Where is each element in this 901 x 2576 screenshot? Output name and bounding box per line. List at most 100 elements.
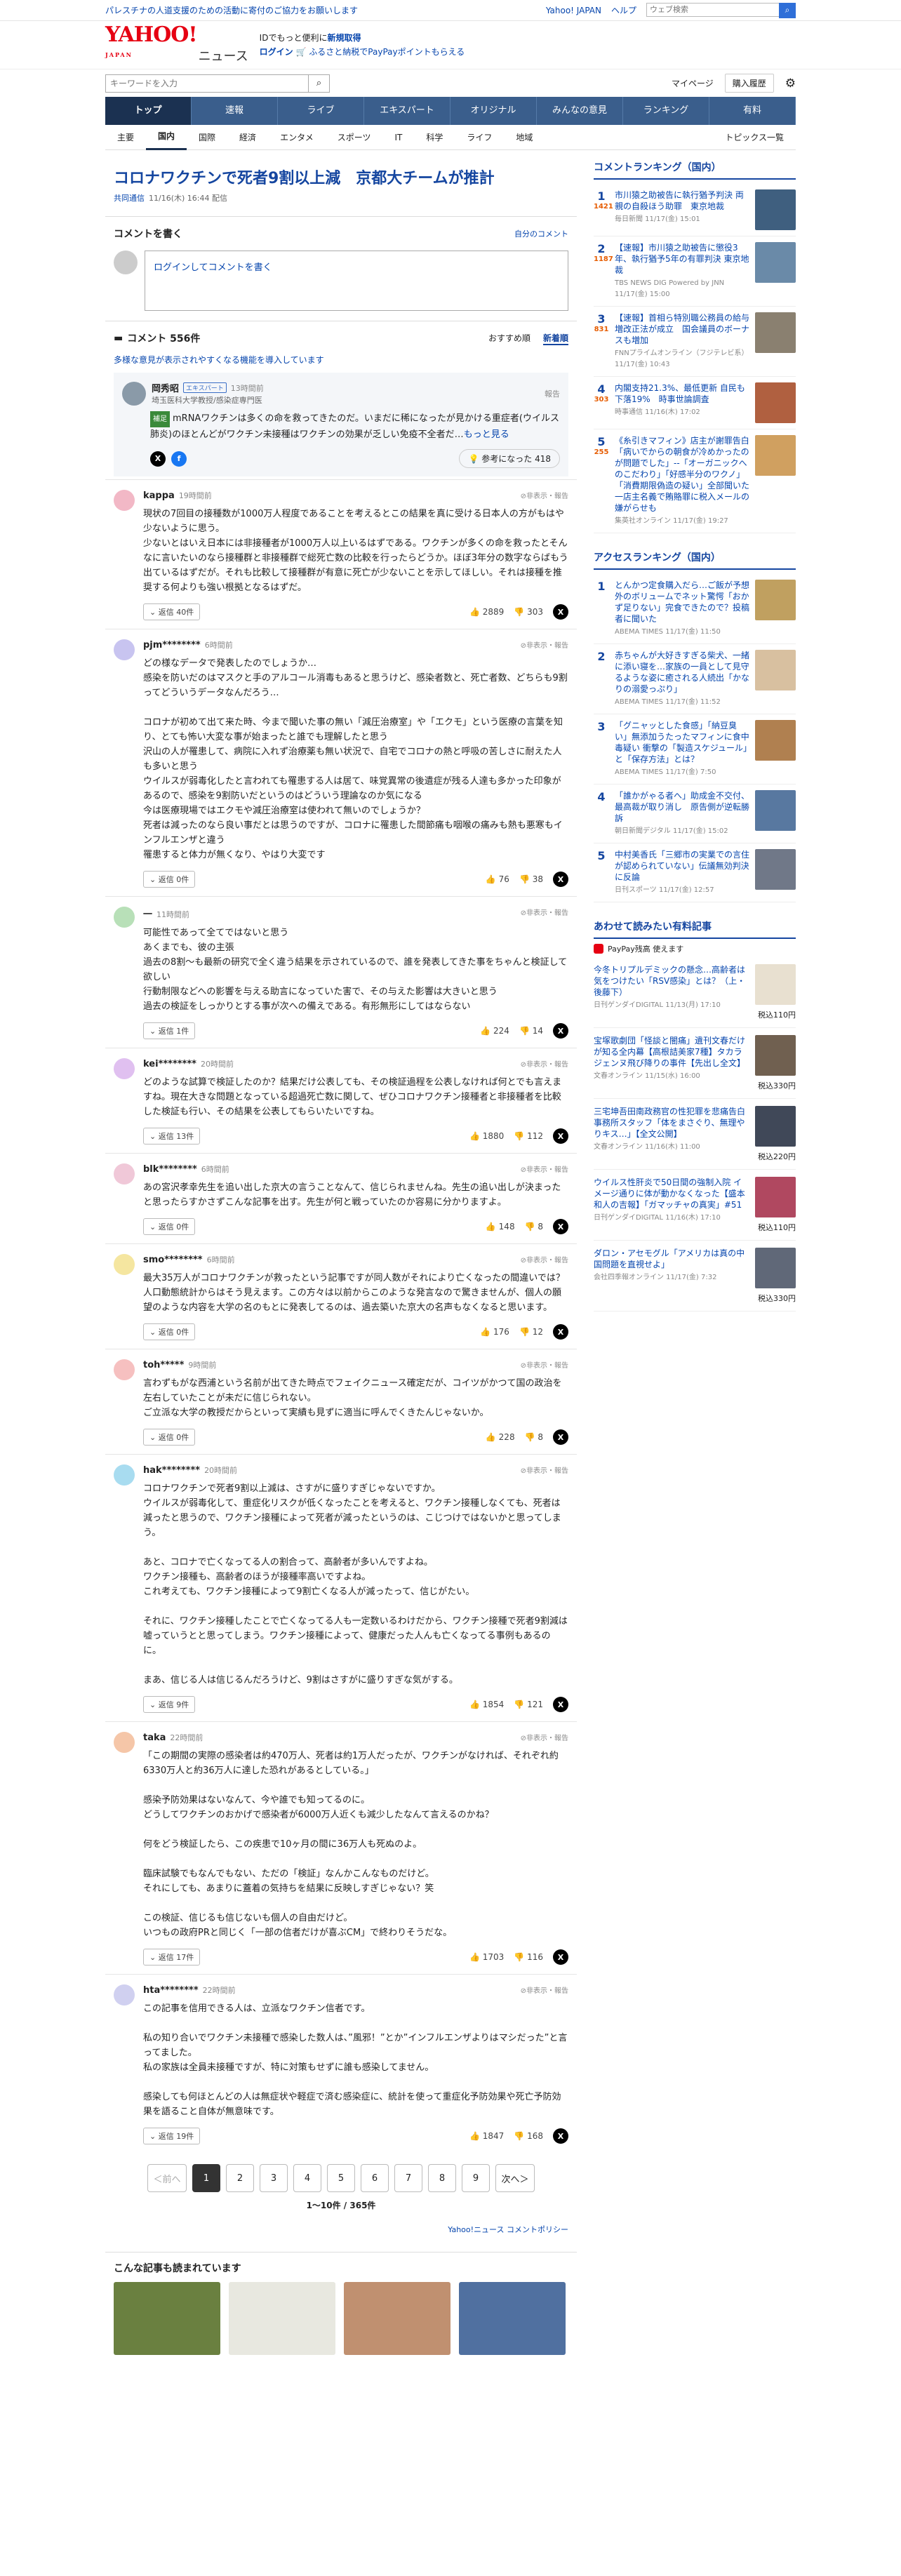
article-thumb[interactable] (344, 2282, 451, 2355)
furusato-link[interactable]: ふるさと納税でPayPayポイントもらえる (309, 47, 465, 57)
comment-user[interactable]: hta******** (143, 1985, 199, 1996)
dislike-button[interactable]: 👎 168 (514, 2131, 543, 2141)
avatar[interactable] (122, 381, 146, 406)
nav-tab-4[interactable]: オリジナル (451, 97, 537, 125)
reply-button[interactable]: ⌄ 返信 17件 (143, 1949, 201, 1966)
news-search-button[interactable]: ⌕ (309, 74, 330, 93)
paid-thumb[interactable] (755, 964, 796, 1005)
access-title[interactable]: 「グニャッとした食感」「納豆臭い」無添加うたったマフィンに食中毒疑い 衝撃の「製… (615, 721, 749, 764)
rank-thumb[interactable] (755, 382, 796, 423)
page-button[interactable]: 2 (226, 2164, 254, 2192)
article-thumb[interactable] (459, 2282, 566, 2355)
avatar[interactable] (114, 1464, 135, 1486)
avatar[interactable] (114, 907, 135, 928)
x-share-icon[interactable]: X (553, 1219, 568, 1234)
ranking-item[interactable]: 4 303 内閣支持21.3%、最低更新 自民も下落19% 時事世論調査 時事通信 … (594, 377, 796, 429)
hide-report-link[interactable]: ⊘非表示・報告 (521, 1163, 568, 1175)
comment-user[interactable]: pjm******** (143, 640, 201, 650)
access-title[interactable]: 「誰かがゃる者へ」助成金不交付、最高裁が取り消し 原告側が逆転勝訴 (615, 791, 749, 823)
paid-thumb[interactable] (755, 1035, 796, 1076)
access-thumb[interactable] (755, 849, 796, 890)
paid-item[interactable]: 宝塚歌劇団「怪談と闇痛」遺刊文春だけが知る全内幕【高根詰美家7種】タカラジェンヌ… (594, 1028, 796, 1099)
hide-report-link[interactable]: ⊘非表示・報告 (521, 907, 568, 920)
nav-tab-1[interactable]: 速報 (192, 97, 278, 125)
page-button[interactable]: 6 (361, 2164, 389, 2192)
paid-title[interactable]: 宝塚歌劇団「怪談と闇痛」遺刊文春だけが知る全内幕【高根詰美家7種】タカラジェンヌ… (594, 1036, 745, 1068)
nav-tab-3[interactable]: エキスパート (364, 97, 451, 125)
dislike-button[interactable]: 👎 8 (525, 1432, 543, 1442)
news-search-input[interactable] (105, 74, 309, 93)
article-thumb[interactable] (229, 2282, 335, 2355)
comment-input[interactable]: ログインしてコメントを書く (145, 251, 568, 311)
hide-report-link[interactable]: ⊘非表示・報告 (521, 1984, 568, 1996)
hide-report-link[interactable]: ⊘非表示・報告 (521, 1058, 568, 1069)
prev-page-button[interactable]: ＜前へ (147, 2164, 187, 2192)
reply-button[interactable]: ⌄ 返信 0件 (143, 1218, 196, 1235)
hide-report-link[interactable]: ⊘非表示・報告 (521, 1359, 568, 1370)
x-share-icon[interactable]: X (553, 604, 568, 620)
x-share-icon[interactable]: X (553, 1949, 568, 1965)
reply-button[interactable]: ⌄ 返信 13件 (143, 1128, 201, 1144)
yahoo-news-logo[interactable]: YAHOO! JAPAN ニュース (105, 25, 248, 65)
page-button[interactable]: 4 (293, 2164, 321, 2192)
sub-tab-7[interactable]: 科学 (414, 126, 455, 149)
access-thumb[interactable] (755, 650, 796, 690)
sub-tab-1[interactable]: 国内 (146, 124, 187, 150)
reply-button[interactable]: ⌄ 返信 9件 (143, 1696, 196, 1713)
rank-title[interactable]: 内閣支持21.3%、最低更新 自民も下落19% 時事世論調査 (615, 383, 745, 404)
dislike-button[interactable]: 👎 14 (519, 1026, 543, 1036)
dislike-button[interactable]: 👎 112 (514, 1131, 543, 1141)
page-button[interactable]: 7 (394, 2164, 422, 2192)
tab-recommended[interactable]: おすすめ順 (488, 332, 530, 345)
help-link[interactable]: ヘルプ (611, 4, 636, 16)
paid-title[interactable]: ダロン・アセモグル「アメリカは真の中国問題を直視せよ」 (594, 1248, 745, 1269)
reply-button[interactable]: ⌄ 返信 1件 (143, 1022, 196, 1039)
article-title[interactable]: コロナワクチンで死者9割以上減 京都大チームが推計 (114, 166, 568, 188)
x-share-icon[interactable]: X (553, 872, 568, 887)
register-link[interactable]: 新規取得 (327, 33, 361, 43)
nav-tab-5[interactable]: みんなの意見 (537, 97, 623, 125)
donation-notice-link[interactable]: パレスチナの人道支援のための活動に寄付のご協力をお願いします (105, 4, 358, 16)
comment-user[interactable]: smo******** (143, 1255, 203, 1265)
gear-icon[interactable]: ⚙ (785, 76, 796, 91)
ranking-item[interactable]: 5 255 《糸引きマフィン》店主が謝罪告白「病いでからの朝食が冷めかったのが問題… (594, 429, 796, 533)
facebook-share-icon[interactable]: f (171, 451, 187, 467)
sub-tab-4[interactable]: エンタメ (268, 126, 326, 149)
web-search-button[interactable]: ⌕ (779, 2, 796, 18)
paid-title[interactable]: ウイルス性肝炎で50日間の強制入院 イメージ通りに体が動かなくなった【盛本和人の… (594, 1177, 745, 1210)
sub-tab-3[interactable]: 経済 (227, 126, 268, 149)
like-button[interactable]: 👍 76 (486, 874, 509, 884)
avatar[interactable] (114, 639, 135, 660)
x-share-icon[interactable]: X (553, 2128, 568, 2144)
sub-tab-6[interactable]: IT (382, 126, 414, 149)
article-source[interactable]: 共同通信 (114, 194, 145, 203)
yahoo-japan-link[interactable]: Yahoo! JAPAN (546, 6, 601, 15)
sub-tab-2[interactable]: 国際 (187, 126, 227, 149)
dislike-button[interactable]: 👎 121 (514, 1700, 543, 1709)
paid-title[interactable]: 今冬トリプルデミックの懸念…高齢者は気をつけたい「RSV感染」とは？（上・後藤下… (594, 965, 745, 997)
paid-item[interactable]: 今冬トリプルデミックの懸念…高齢者は気をつけたい「RSV感染」とは？（上・後藤下… (594, 957, 796, 1028)
comment-user[interactable]: blk******** (143, 1164, 197, 1175)
like-button[interactable]: 👍 176 (480, 1327, 509, 1337)
rank-thumb[interactable] (755, 312, 796, 353)
paid-thumb[interactable] (755, 1177, 796, 1217)
paid-thumb[interactable] (755, 1248, 796, 1288)
sub-tab-8[interactable]: ライフ (455, 126, 504, 149)
access-item[interactable]: 1 とんかつ定食購入だら…ご飯が予想外のボリュームでネット驚愕「おかず足りない」… (594, 574, 796, 644)
page-button[interactable]: 1 (192, 2164, 220, 2192)
comment-user[interactable]: 一 (143, 909, 152, 920)
topics-list-link[interactable]: トピックス一覧 (713, 126, 796, 149)
nav-tab-2[interactable]: ライブ (278, 97, 364, 125)
like-button[interactable]: 👍 1703 (469, 1952, 504, 1962)
tab-newest[interactable]: 新着順 (542, 332, 568, 345)
avatar[interactable] (114, 1163, 135, 1184)
dislike-button[interactable]: 👎 38 (519, 874, 543, 884)
like-button[interactable]: 👍 148 (486, 1222, 515, 1232)
reply-button[interactable]: ⌄ 返信 0件 (143, 1323, 196, 1340)
ranking-item[interactable]: 2 1187 【速報】市川猿之助被告に懲役3年、執行猶予5年の有罪判決 東京地裁 T… (594, 236, 796, 307)
like-button[interactable]: 👍 1847 (469, 2131, 504, 2141)
hide-report-link[interactable]: ⊘非表示・報告 (521, 1464, 568, 1476)
page-button[interactable]: 3 (260, 2164, 288, 2192)
article-thumb[interactable] (114, 2282, 220, 2355)
ranking-item[interactable]: 3 831 【速報】首相ら特別職公務員の給与増改正法が成立 国会議員のボーナスも増… (594, 307, 796, 377)
